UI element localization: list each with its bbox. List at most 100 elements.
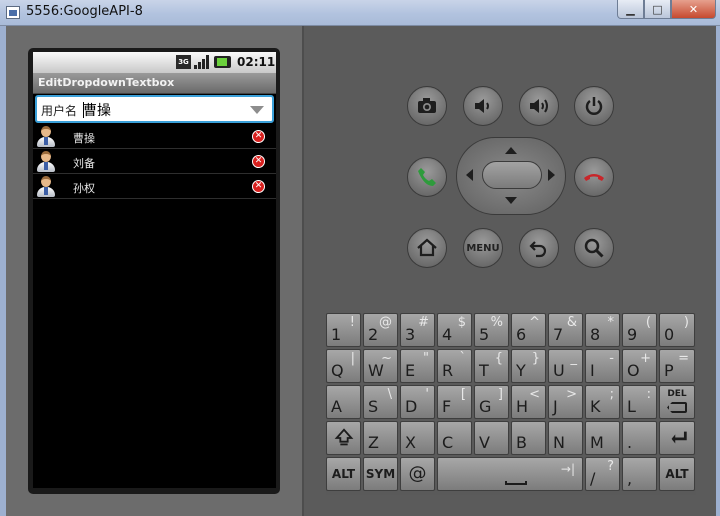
comma-key[interactable]: , xyxy=(622,457,657,491)
end-call-icon xyxy=(584,174,604,181)
user-dropdown-list: 曹操 ✕ 刘备 ✕ 孙权 ✕ xyxy=(33,124,276,199)
maximize-button[interactable]: □ xyxy=(644,0,671,19)
key-s[interactable]: S \ xyxy=(363,385,398,419)
list-item[interactable]: 孙权 ✕ xyxy=(33,174,276,199)
at-key[interactable]: @ xyxy=(400,457,435,491)
list-item-name: 曹操 xyxy=(73,132,95,145)
slash-key[interactable]: /? xyxy=(585,457,620,491)
key-7[interactable]: 7 & xyxy=(548,313,583,347)
key-h[interactable]: H < xyxy=(511,385,546,419)
key-v[interactable]: V xyxy=(474,421,509,455)
status-time: 02:11 xyxy=(237,55,276,69)
username-label: 用户名 xyxy=(41,104,78,118)
key-k[interactable]: K; xyxy=(585,385,620,419)
key-y[interactable]: Y} xyxy=(511,349,546,383)
key-g[interactable]: G] xyxy=(474,385,509,419)
camera-button[interactable] xyxy=(407,86,447,126)
delete-icon[interactable]: ✕ xyxy=(252,155,265,168)
key-p[interactable]: P = xyxy=(659,349,695,383)
app-titlebar: EditDropdownTextbox xyxy=(33,73,276,94)
key-u[interactable]: U _ xyxy=(548,349,583,383)
list-item[interactable]: 刘备 ✕ xyxy=(33,149,276,174)
dpad-up-icon[interactable] xyxy=(505,147,517,154)
window-titlebar: 5556:GoogleAPI-8 ▁ □ ✕ xyxy=(0,0,720,26)
space-key[interactable]: →| xyxy=(437,457,583,491)
key-x[interactable]: X xyxy=(400,421,435,455)
volume-up-button[interactable] xyxy=(519,86,559,126)
minimize-button[interactable]: ▁ xyxy=(617,0,644,19)
dpad-center-button[interactable] xyxy=(482,161,542,189)
window-title: 5556:GoogleAPI-8 xyxy=(26,4,143,19)
key-6[interactable]: 6 ^ xyxy=(511,313,546,347)
space-icon xyxy=(505,481,527,485)
menu-button-label: MENU xyxy=(466,242,500,254)
shift-key[interactable] xyxy=(326,421,361,455)
end-call-button[interactable] xyxy=(574,157,614,197)
key-q[interactable]: Q | xyxy=(326,349,361,383)
list-item-name: 孙权 xyxy=(73,182,95,195)
delete-icon[interactable]: ✕ xyxy=(252,180,265,193)
power-button[interactable] xyxy=(574,86,614,126)
user-avatar-icon xyxy=(37,151,55,172)
delete-icon[interactable]: ✕ xyxy=(252,130,265,143)
key-0[interactable]: 0) xyxy=(659,313,695,347)
key-o[interactable]: O + xyxy=(622,349,657,383)
call-button[interactable] xyxy=(407,157,447,197)
delete-key[interactable]: DEL xyxy=(659,385,695,419)
key-c[interactable]: C xyxy=(437,421,472,455)
user-avatar-icon xyxy=(37,126,55,147)
key-i[interactable]: I- xyxy=(585,349,620,383)
key-m[interactable]: M xyxy=(585,421,620,455)
frame-border-right xyxy=(716,26,720,516)
list-item[interactable]: 曹操 ✕ xyxy=(33,124,276,149)
key-4[interactable]: 4 $ xyxy=(437,313,472,347)
power-icon xyxy=(585,97,603,115)
key-r[interactable]: R ` xyxy=(437,349,472,383)
key-1[interactable]: 1! xyxy=(326,313,361,347)
key-l[interactable]: L: xyxy=(622,385,657,419)
key-t[interactable]: T{ xyxy=(474,349,509,383)
enter-icon xyxy=(671,431,687,444)
key-d[interactable]: D ' xyxy=(400,385,435,419)
key-f[interactable]: F[ xyxy=(437,385,472,419)
menu-button[interactable]: MENU xyxy=(463,228,503,268)
minimize-icon: ▁ xyxy=(626,2,635,16)
dpad-left-icon[interactable] xyxy=(466,169,473,181)
volume-up-icon xyxy=(530,99,548,113)
key-5[interactable]: 5% xyxy=(474,313,509,347)
key-j[interactable]: J > xyxy=(548,385,583,419)
key-b[interactable]: B xyxy=(511,421,546,455)
key-9[interactable]: 9( xyxy=(622,313,657,347)
close-icon: ✕ xyxy=(688,2,699,16)
username-dropdown-textbox[interactable]: 用户名 xyxy=(35,95,274,123)
dpad-down-icon[interactable] xyxy=(505,197,517,204)
key-n[interactable]: N xyxy=(548,421,583,455)
key-z[interactable]: Z xyxy=(363,421,398,455)
key-2[interactable]: 2 @ xyxy=(363,313,398,347)
android-statusbar: 3G 02:11 xyxy=(33,52,276,73)
username-input[interactable] xyxy=(83,100,233,120)
dpad-right-icon[interactable] xyxy=(548,169,555,181)
maximize-icon: □ xyxy=(652,2,663,16)
key-w[interactable]: W ~ xyxy=(363,349,398,383)
sym-key[interactable]: SYM xyxy=(363,457,398,491)
alt-key-right[interactable]: ALT xyxy=(659,457,695,491)
window-controls: ▁ □ ✕ xyxy=(617,0,716,19)
key-8[interactable]: 8 * xyxy=(585,313,620,347)
battery-icon xyxy=(214,56,231,68)
home-button[interactable] xyxy=(407,228,447,268)
volume-down-button[interactable] xyxy=(463,86,503,126)
enter-key[interactable] xyxy=(659,421,695,455)
camera-icon xyxy=(418,98,436,113)
dropdown-arrow-icon[interactable] xyxy=(250,106,264,114)
search-button[interactable] xyxy=(574,228,614,268)
key-a[interactable]: A xyxy=(326,385,361,419)
close-button[interactable]: ✕ xyxy=(671,0,716,19)
list-item-name: 刘备 xyxy=(73,157,95,170)
call-icon xyxy=(418,168,436,186)
key-3[interactable]: 3 # xyxy=(400,313,435,347)
key-period[interactable]: . xyxy=(622,421,657,455)
key-e[interactable]: E " xyxy=(400,349,435,383)
back-button[interactable] xyxy=(519,228,559,268)
alt-key-left[interactable]: ALT xyxy=(326,457,361,491)
